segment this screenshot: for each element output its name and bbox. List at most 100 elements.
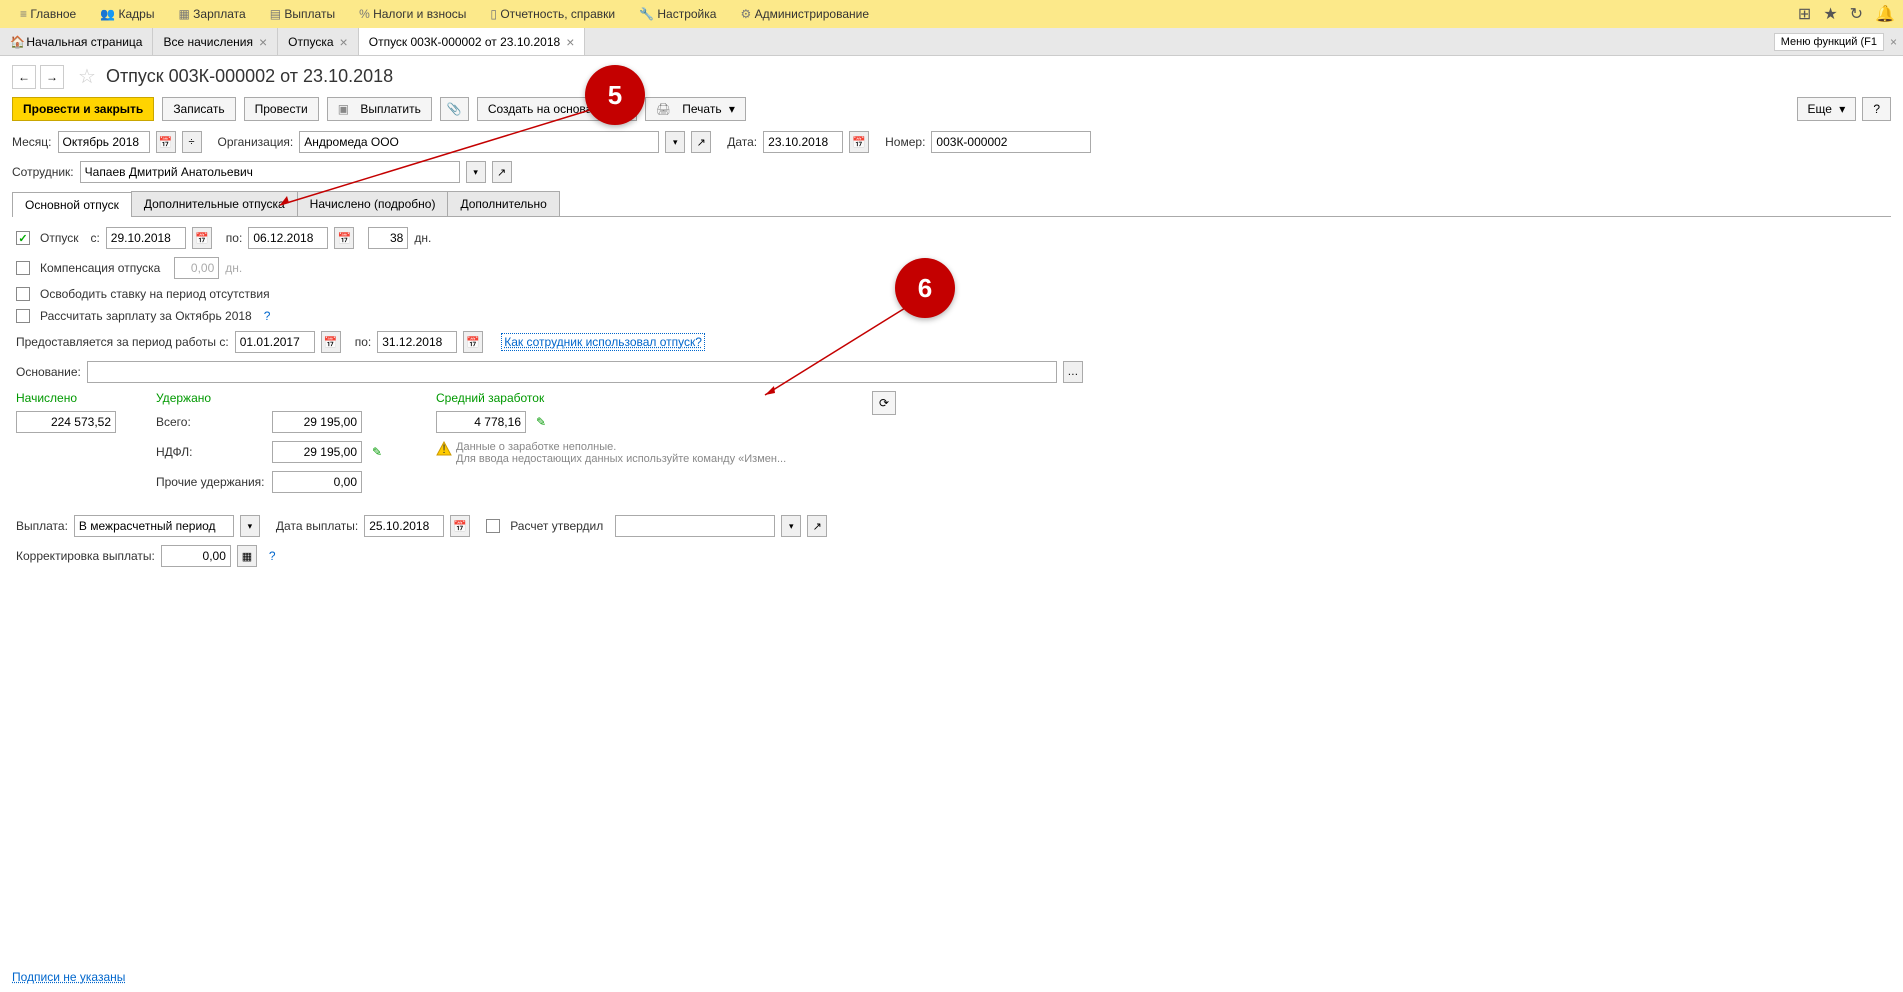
avg-value bbox=[436, 411, 526, 433]
basis-more-icon[interactable]: … bbox=[1063, 361, 1083, 383]
free-rate-label: Освободить ставку на период отсутствия bbox=[40, 287, 270, 301]
close-page-icon[interactable]: × bbox=[1890, 35, 1897, 49]
approved-checkbox[interactable] bbox=[486, 519, 500, 533]
free-rate-checkbox[interactable] bbox=[16, 287, 30, 301]
total-value bbox=[272, 411, 362, 433]
nav-forward[interactable]: → bbox=[40, 65, 64, 89]
calc-salary-help[interactable]: ? bbox=[264, 309, 271, 323]
to-label: по: bbox=[226, 231, 243, 245]
period-from-input[interactable] bbox=[235, 331, 315, 353]
tab-home[interactable]: 🏠 Начальная страница bbox=[0, 28, 153, 55]
menu-functions[interactable]: Меню функций (F1 bbox=[1774, 33, 1884, 51]
compensation-input[interactable] bbox=[174, 257, 219, 279]
vacation-days-input[interactable] bbox=[368, 227, 408, 249]
menu-main[interactable]: ≡ Главное bbox=[8, 0, 88, 28]
svg-text:!: ! bbox=[442, 442, 445, 456]
save-button[interactable]: Записать bbox=[162, 97, 235, 121]
basis-label: Основание: bbox=[16, 365, 81, 379]
star-icon[interactable]: ★ bbox=[1823, 4, 1837, 24]
org-open-icon[interactable]: ↗ bbox=[691, 131, 711, 153]
vacation-from-input[interactable] bbox=[106, 227, 186, 249]
menu-hr[interactable]: 👥 Кадры bbox=[88, 0, 166, 28]
from-label: с: bbox=[90, 231, 99, 245]
tab-content: Отпуск с: 📅 по: 📅 дн. Компенсация отпуск… bbox=[12, 217, 1891, 585]
help-button[interactable]: ? bbox=[1862, 97, 1891, 121]
correction-input[interactable] bbox=[161, 545, 231, 567]
edit-pencil-icon[interactable]: ✎ bbox=[536, 415, 546, 429]
bell-icon[interactable]: 🔔 bbox=[1875, 4, 1895, 24]
calendar-icon[interactable]: 📅 bbox=[192, 227, 212, 249]
compensation-checkbox[interactable] bbox=[16, 261, 30, 275]
history-icon[interactable]: ↻ bbox=[1850, 4, 1863, 24]
calendar-icon[interactable]: 📅 bbox=[849, 131, 869, 153]
approved-label: Расчет утвердил bbox=[510, 519, 603, 533]
accrued-header[interactable]: Начислено bbox=[16, 391, 126, 405]
vacation-usage-link[interactable]: Как сотрудник использовал отпуск? bbox=[501, 333, 705, 351]
payout-date-input[interactable] bbox=[364, 515, 444, 537]
page-header: ← → ☆ Отпуск 003К-000002 от 23.10.2018 bbox=[0, 56, 1903, 93]
signatures-link[interactable]: Подписи не указаны bbox=[12, 970, 125, 984]
close-icon[interactable]: × bbox=[340, 35, 348, 49]
calendar-icon[interactable]: 📅 bbox=[450, 515, 470, 537]
month-input[interactable] bbox=[58, 131, 150, 153]
number-label: Номер: bbox=[885, 135, 925, 149]
days-label: дн. bbox=[414, 231, 431, 245]
home-icon: 🏠 bbox=[10, 35, 23, 48]
tab-bar: 🏠 Начальная страница Все начисления× Отп… bbox=[0, 28, 1903, 56]
menu-payments[interactable]: ▤ Выплаты bbox=[258, 0, 347, 28]
calc-salary-checkbox[interactable] bbox=[16, 309, 30, 323]
number-input[interactable] bbox=[931, 131, 1091, 153]
ndfl-label: НДФЛ: bbox=[156, 445, 266, 459]
payout-input[interactable] bbox=[74, 515, 234, 537]
approver-dropdown[interactable] bbox=[781, 515, 801, 537]
accrued-value[interactable] bbox=[16, 411, 116, 433]
tab-additional-vacation[interactable]: Дополнительные отпуска bbox=[131, 191, 298, 216]
payout-label: Выплата: bbox=[16, 519, 68, 533]
tab-current-vacation[interactable]: Отпуск 003К-000002 от 23.10.2018× bbox=[359, 28, 586, 55]
compensation-label: Компенсация отпуска bbox=[40, 261, 160, 275]
favorite-star[interactable]: ☆ bbox=[78, 64, 96, 89]
org-dropdown[interactable] bbox=[665, 131, 685, 153]
withheld-header[interactable]: Удержано bbox=[156, 391, 406, 405]
payout-dropdown[interactable] bbox=[240, 515, 260, 537]
calendar-icon[interactable]: 📅 bbox=[334, 227, 354, 249]
warn-line1: Данные о заработке неполные. bbox=[456, 441, 786, 453]
ndfl-value bbox=[272, 441, 362, 463]
period-label: Предоставляется за период работы с: bbox=[16, 335, 229, 349]
nav-back[interactable]: ← bbox=[12, 65, 36, 89]
more-button[interactable]: Еще ▾ bbox=[1797, 97, 1857, 121]
vacation-checkbox[interactable] bbox=[16, 231, 30, 245]
calendar-icon[interactable]: 📅 bbox=[156, 131, 176, 153]
menu-settings[interactable]: 🔧 Настройка bbox=[627, 0, 728, 28]
menu-admin[interactable]: ⚙ Администрирование bbox=[728, 0, 881, 28]
menu-salary[interactable]: ▦ Зарплата bbox=[166, 0, 257, 28]
page-title: Отпуск 003К-000002 от 23.10.2018 bbox=[106, 66, 393, 87]
menu-reports[interactable]: ▯ Отчетность, справки bbox=[478, 0, 627, 28]
menu-taxes[interactable]: % Налоги и взносы bbox=[347, 0, 478, 28]
approver-open-icon[interactable]: ↗ bbox=[807, 515, 827, 537]
approver-input[interactable] bbox=[615, 515, 775, 537]
tab-all-accruals[interactable]: Все начисления× bbox=[153, 28, 278, 55]
period-to-input[interactable] bbox=[377, 331, 457, 353]
post-close-button[interactable]: Провести и закрыть bbox=[12, 97, 154, 121]
tab-main-vacation[interactable]: Основной отпуск bbox=[12, 192, 132, 217]
payout-date-label: Дата выплаты: bbox=[276, 519, 358, 533]
correction-label: Корректировка выплаты: bbox=[16, 549, 155, 563]
apps-icon[interactable]: ⊞ bbox=[1798, 4, 1811, 24]
vacation-to-input[interactable] bbox=[248, 227, 328, 249]
tab-vacations[interactable]: Отпуска× bbox=[278, 28, 359, 55]
callout-5: 5 bbox=[585, 65, 645, 125]
edit-pencil-icon[interactable]: ✎ bbox=[372, 445, 382, 459]
date-input[interactable] bbox=[763, 131, 843, 153]
calendar-icon[interactable]: 📅 bbox=[463, 331, 483, 353]
calc-salary-label: Рассчитать зарплату за Октябрь 2018 bbox=[40, 309, 252, 323]
employee-label: Сотрудник: bbox=[12, 165, 74, 179]
close-icon[interactable]: × bbox=[259, 35, 267, 49]
print-button[interactable]: 🖨 Печать ▾ bbox=[645, 97, 746, 121]
calendar-icon[interactable]: 📅 bbox=[321, 331, 341, 353]
close-icon[interactable]: × bbox=[566, 35, 574, 49]
calc-icon[interactable]: ▦ bbox=[237, 545, 257, 567]
arrow-5-line bbox=[275, 100, 595, 210]
stepper-icon[interactable]: ÷ bbox=[182, 131, 202, 153]
correction-help[interactable]: ? bbox=[269, 549, 276, 563]
